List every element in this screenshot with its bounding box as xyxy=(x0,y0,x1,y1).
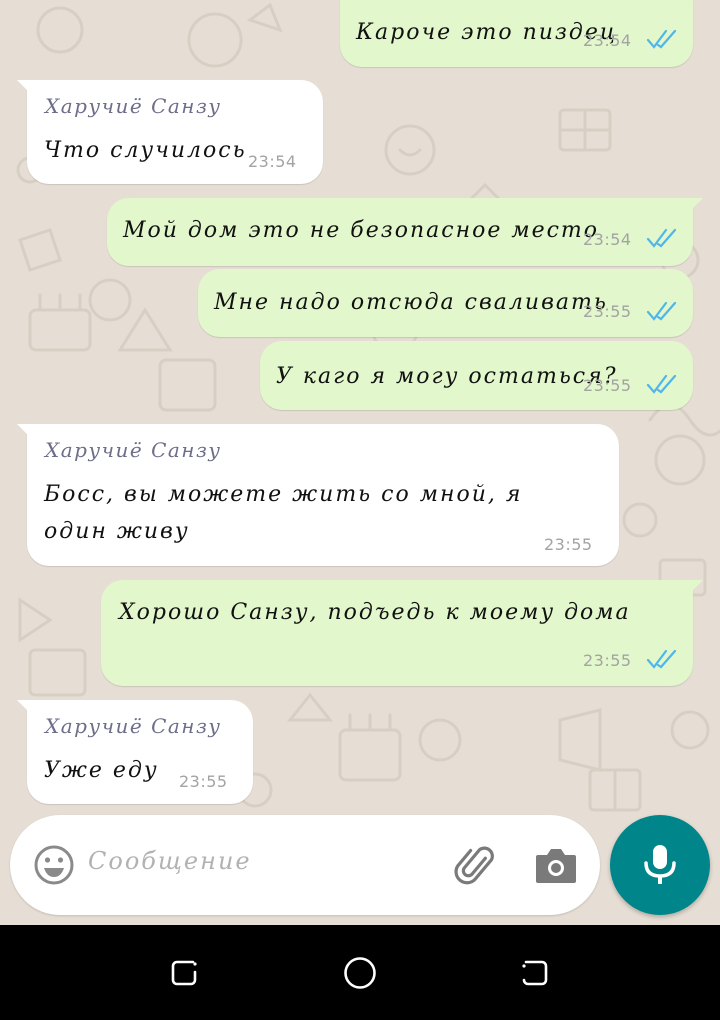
outgoing-message[interactable]: Мой дом это не безопасное место 23:54 xyxy=(107,198,703,266)
incoming-message[interactable]: Харучиё Санзу Уже еду 23:55 xyxy=(17,700,253,804)
sender-name: Харучиё Санзу xyxy=(45,94,222,118)
outgoing-message[interactable]: Кароче это пиздец 23:54 xyxy=(340,0,693,67)
incoming-message[interactable]: Харучиё Санзу Босс, вы можете жить со мн… xyxy=(17,424,619,566)
sender-name: Харучиё Санзу xyxy=(45,438,222,462)
back-icon[interactable] xyxy=(518,956,552,990)
message-text: Хорошо Санзу, подъедь к моему дома xyxy=(119,600,631,625)
message-text-line: один живу xyxy=(44,519,190,544)
bubble-tail xyxy=(17,424,31,438)
message-time: 23:55 xyxy=(583,376,632,395)
outgoing-message[interactable]: Мне надо отсюда сваливать 23:55 xyxy=(198,269,693,337)
paperclip-icon[interactable] xyxy=(454,843,500,889)
outgoing-message[interactable]: Хорошо Санзу, подъедь к моему дома 23:55 xyxy=(101,580,703,686)
message-time: 23:54 xyxy=(248,152,297,171)
system-navigation-bar xyxy=(0,925,720,1020)
message-text: У каго я могу остаться? xyxy=(276,364,618,389)
voice-record-button[interactable] xyxy=(610,815,710,915)
message-input[interactable]: Сообщение xyxy=(88,847,252,875)
message-composer[interactable]: Сообщение xyxy=(10,815,600,915)
bubble-tail xyxy=(689,198,703,212)
recents-icon[interactable] xyxy=(167,956,201,990)
sender-name: Харучиё Санзу xyxy=(45,714,222,738)
message-text: Уже еду xyxy=(44,758,159,783)
message-text: Мне надо отсюда сваливать xyxy=(214,290,608,315)
message-text: Что случилось xyxy=(44,138,247,163)
bubble-tail xyxy=(17,700,31,714)
message-time: 23:55 xyxy=(583,302,632,321)
bubble-tail xyxy=(17,80,31,94)
emoji-icon[interactable] xyxy=(33,844,75,886)
message-time: 23:55 xyxy=(544,535,593,554)
outgoing-message[interactable]: У каго я могу остаться? 23:55 xyxy=(260,341,693,410)
read-receipt-icon xyxy=(646,29,677,49)
message-time: 23:55 xyxy=(583,651,632,670)
message-text-line: Босс, вы можете жить со мной, я xyxy=(44,482,523,507)
read-receipt-icon xyxy=(646,228,677,248)
microphone-icon xyxy=(644,845,676,884)
home-icon[interactable] xyxy=(342,955,378,991)
read-receipt-icon xyxy=(646,301,677,321)
message-time: 23:55 xyxy=(179,772,228,791)
message-time: 23:54 xyxy=(583,230,632,249)
bubble-tail xyxy=(689,580,703,594)
camera-icon[interactable] xyxy=(534,845,578,885)
read-receipt-icon xyxy=(646,649,677,669)
message-text: Кароче это пиздец xyxy=(356,20,618,45)
incoming-message[interactable]: Харучиё Санзу Что случилось 23:54 xyxy=(17,80,323,184)
message-time: 23:54 xyxy=(583,31,632,50)
read-receipt-icon xyxy=(646,374,677,394)
message-text: Мой дом это не безопасное место xyxy=(123,218,600,243)
